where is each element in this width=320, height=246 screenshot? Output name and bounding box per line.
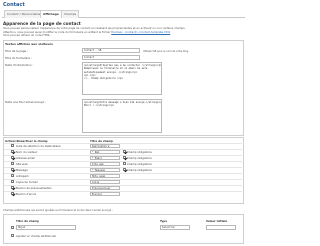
add-additional-field-label: Ajouter un champ additionnel — [16, 234, 56, 238]
additional-type-header: Type — [160, 219, 168, 223]
name-field-input[interactable]: * Nom — [90, 149, 120, 154]
message-field-input[interactable]: * Message — [90, 167, 120, 172]
enable-website-checkbox[interactable] — [11, 162, 14, 165]
website-required-checkbox[interactable] — [123, 162, 126, 165]
preview-button-input[interactable]: Prévisualiser — [90, 185, 120, 190]
enable-preview-checkbox[interactable] — [11, 186, 14, 189]
website-field-input[interactable]: Site web — [90, 161, 120, 166]
intro-text-area[interactable]: <p><strong>N'hésitez pas à me contacter … — [82, 62, 162, 95]
sent-text-area[interactable]: <p><strong>Votre message a bien été envo… — [82, 99, 162, 133]
name-required-label: Champ obligatoire — [127, 150, 152, 154]
email-required-checkbox[interactable] — [123, 156, 126, 159]
recipient-field-input[interactable]: Destinataire — [90, 143, 120, 148]
additional-field-checkbox[interactable] — [11, 226, 14, 229]
enable-message-checkbox[interactable] — [11, 168, 14, 171]
sent-text-label: Texte une fois l'email envoyé : — [5, 100, 46, 104]
copy-field-label: Copie de l'email — [16, 180, 38, 184]
form-title-label: Titre du formulaire : — [5, 56, 32, 60]
form-title-input[interactable]: Contact — [82, 55, 140, 60]
email-required-label: Champ obligatoire — [127, 156, 152, 160]
send-button-label: Bouton d'envoi — [16, 192, 37, 196]
enable-antispam-checkbox[interactable] — [11, 174, 14, 177]
page-title: Contact — [3, 2, 25, 8]
additional-title-header: Titre du champ — [16, 219, 39, 223]
tab-bar: Contact / Personnalisation Affichage Cha… — [2, 10, 245, 18]
email-field-input[interactable]: * Email — [90, 155, 120, 160]
enable-recipient-checkbox[interactable] — [11, 144, 14, 147]
additional-field-initial-value-input[interactable] — [206, 225, 236, 230]
row-divider — [4, 179, 242, 180]
additional-field-type-select[interactable]: Sélection — [160, 225, 190, 230]
add-additional-field-checkbox[interactable] — [11, 234, 14, 237]
page-title-input[interactable]: Contact - %B — [82, 48, 140, 53]
intro-line-3: Vous pouvez utiliser du code HTML. — [3, 33, 51, 37]
enable-copy-checkbox[interactable] — [11, 180, 14, 183]
email-field-label: Adresse email — [16, 156, 35, 160]
additional-initial-value-header: Valeur initiale — [206, 219, 228, 223]
additional-fields-intro: Champs additionnels qui seront ajoutés a… — [3, 209, 113, 212]
antispam-field-label: Antispam — [16, 174, 29, 178]
row-divider — [4, 191, 242, 192]
message-field-label: Message — [16, 168, 28, 172]
copy-field-input[interactable]: Copie — [90, 179, 120, 184]
page-title-hint: Utilisez %B pour le nom de votre blog. — [143, 49, 189, 53]
send-button-input[interactable]: Envoyer — [90, 191, 120, 196]
message-required-checkbox[interactable] — [123, 168, 126, 171]
section-1-title: Textes affichés aux visiteurs — [5, 42, 53, 46]
enable-name-checkbox[interactable] — [11, 150, 14, 153]
name-field-label: Nom du visiteur — [16, 150, 38, 154]
enable-email-checkbox[interactable] — [11, 156, 14, 159]
enable-send-checkbox[interactable] — [11, 192, 14, 195]
template-file-link[interactable]: themes/.../contact/.../contact.template.… — [111, 30, 170, 34]
message-required-label: Champ obligatoire — [127, 168, 152, 172]
name-required-checkbox[interactable] — [123, 150, 126, 153]
website-required-label: Champ obligatoire — [127, 162, 152, 166]
tab-affichage[interactable]: Affichage — [40, 10, 62, 18]
recipient-field-label: Liste de sélection du destinataire — [16, 144, 61, 148]
tab-champs[interactable]: Champs — [61, 10, 80, 18]
preview-button-label: Bouton de prévisualisation — [16, 186, 52, 190]
intro-text-label: Texte d'introduction : — [5, 63, 34, 67]
page-title-label: Titre de la page : — [5, 49, 28, 53]
additional-field-title-input[interactable]: Objet — [16, 225, 76, 230]
row-divider — [4, 173, 242, 174]
website-field-label: Site web — [16, 162, 28, 166]
antispam-field-input[interactable]: Mots spam — [90, 173, 120, 178]
